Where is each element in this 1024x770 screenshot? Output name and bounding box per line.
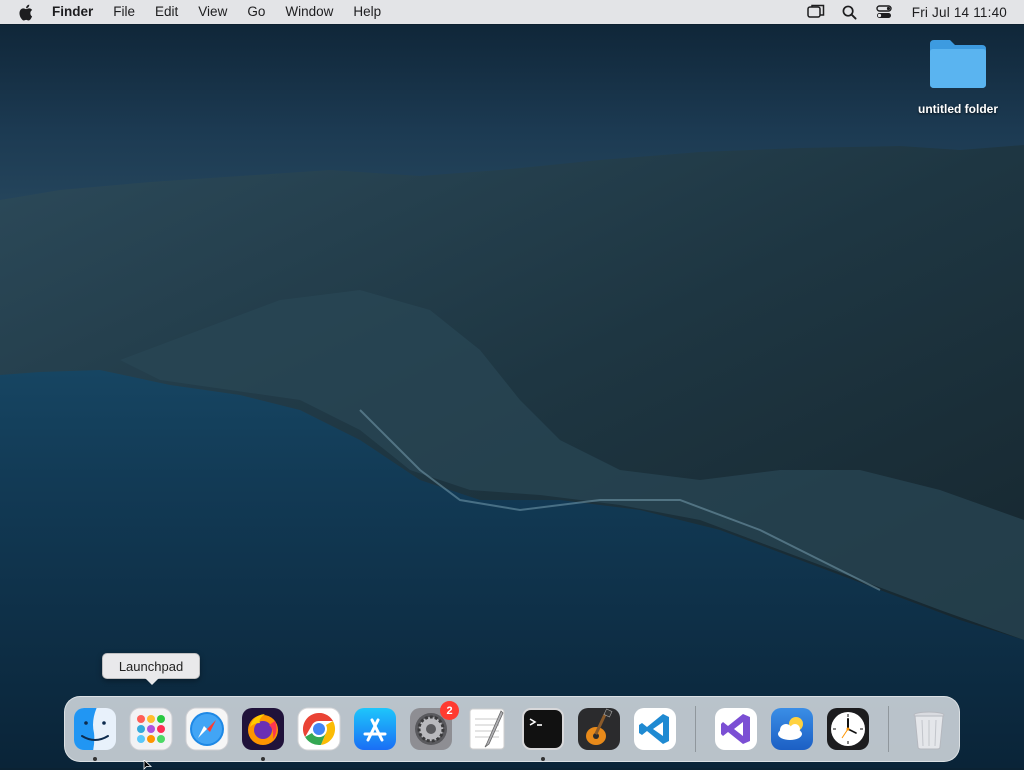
menu-app-finder[interactable]: Finder (52, 0, 103, 24)
dock-app-trash[interactable] (907, 707, 951, 751)
notification-badge: 2 (440, 701, 459, 720)
launchpad-icon (129, 707, 173, 751)
dock-app-weather[interactable] (770, 707, 814, 751)
running-indicator-finder (93, 757, 97, 761)
dock-app-launchpad[interactable] (129, 707, 173, 751)
menu-view[interactable]: View (188, 0, 237, 24)
safari-icon (185, 707, 229, 751)
dock-app-terminal[interactable] (521, 707, 565, 751)
textedit-icon (469, 708, 505, 750)
menu-bar-clock[interactable]: Fri Jul 14 11:40 (912, 5, 1007, 20)
weather-icon (771, 708, 813, 750)
apple-logo-icon[interactable] (18, 4, 33, 21)
control-center-icon[interactable] (875, 3, 893, 21)
finder-icon (74, 708, 116, 750)
dock-app-clock[interactable] (826, 707, 870, 751)
menu-go[interactable]: Go (237, 0, 275, 24)
dock-app-vscode[interactable] (633, 707, 677, 751)
dock-tooltip: Launchpad (102, 653, 200, 685)
visual-studio-icon (715, 708, 757, 750)
dock-app-finder[interactable] (73, 707, 117, 751)
vscode-icon (634, 708, 676, 750)
dock-app-textedit[interactable] (465, 707, 509, 751)
folder-icon (930, 40, 986, 88)
menu-bar-left: Finder File Edit View Go Window Help (0, 0, 391, 24)
dock-app-chrome[interactable] (297, 707, 341, 751)
trash-icon (913, 711, 945, 750)
menu-bar: Finder File Edit View Go Window Help Fri… (0, 0, 1024, 24)
running-indicator-terminal (541, 757, 545, 761)
dock-app-visual-studio[interactable] (714, 707, 758, 751)
spotlight-search-icon[interactable] (841, 3, 859, 21)
dock-app-system-preferences[interactable]: 2 (409, 701, 459, 751)
desktop-folder[interactable]: untitled folder (908, 36, 1008, 116)
clock-icon (827, 708, 869, 750)
desktop-folder-label: untitled folder (918, 102, 998, 116)
running-indicator-firefox (261, 757, 265, 761)
chrome-icon (297, 707, 341, 751)
dock-app-firefox[interactable] (241, 707, 285, 751)
terminal-icon (522, 708, 564, 750)
app-store-icon (354, 708, 396, 750)
menu-help[interactable]: Help (343, 0, 391, 24)
firefox-icon (242, 708, 284, 750)
menu-bar-right: Fri Jul 14 11:40 (799, 0, 1024, 24)
dock-separator (695, 706, 696, 752)
menu-file[interactable]: File (103, 0, 145, 24)
menu-window[interactable]: Window (275, 0, 343, 24)
dock-app-safari[interactable] (185, 707, 229, 751)
menu-edit[interactable]: Edit (145, 0, 188, 24)
garageband-icon (578, 708, 620, 750)
dock-app-app-store[interactable] (353, 707, 397, 751)
dock-separator-trash (888, 706, 889, 752)
dock-app-garageband[interactable] (577, 707, 621, 751)
screen-mirroring-icon[interactable] (807, 3, 825, 21)
mouse-cursor-icon (143, 760, 153, 770)
